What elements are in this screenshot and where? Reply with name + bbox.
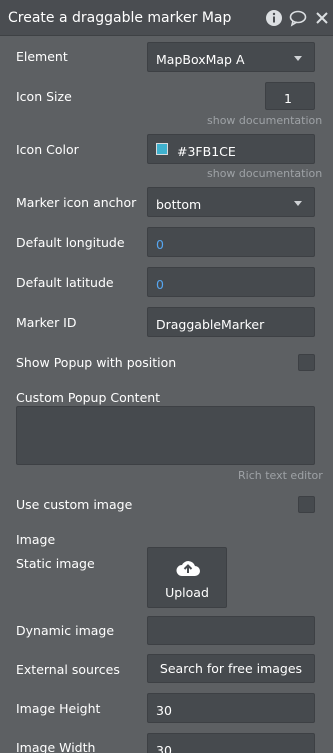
dynamic-image-input[interactable] <box>147 616 315 645</box>
default-longitude-label: Default longitude <box>16 235 125 250</box>
icon-color-value: #3FB1CE <box>177 144 236 159</box>
icon-size-value: 1 <box>284 91 292 106</box>
comment-icon[interactable] <box>289 9 307 27</box>
static-image-label: Static image <box>16 556 95 571</box>
search-free-images-button[interactable]: Search for free images <box>147 654 315 683</box>
element-label: Element <box>16 49 68 64</box>
image-height-value: 30 <box>156 703 172 718</box>
default-latitude-value: 0 <box>156 277 164 292</box>
marker-id-value: DraggableMarker <box>156 317 265 332</box>
upload-label: Upload <box>165 585 209 600</box>
icon-size-show-documentation[interactable]: show documentation <box>207 114 322 127</box>
marker-id-label: Marker ID <box>16 315 77 330</box>
image-section-label: Image <box>16 532 56 547</box>
marker-id-input[interactable]: DraggableMarker <box>147 307 315 337</box>
default-latitude-input[interactable]: 0 <box>147 267 315 297</box>
show-popup-label: Show Popup with position <box>16 355 177 370</box>
element-value: MapBoxMap A <box>156 52 245 67</box>
custom-popup-label: Custom Popup Content <box>16 390 161 405</box>
element-dropdown[interactable]: MapBoxMap A <box>147 42 315 72</box>
use-custom-image-label: Use custom image <box>16 497 133 512</box>
image-width-value: 30 <box>156 743 172 753</box>
marker-anchor-dropdown[interactable]: bottom <box>147 187 315 217</box>
image-width-input[interactable]: 30 <box>147 733 315 753</box>
custom-popup-textarea[interactable] <box>16 406 315 465</box>
icon-size-label: Icon Size <box>16 89 72 104</box>
marker-anchor-value: bottom <box>156 197 202 212</box>
chevron-down-icon <box>294 201 302 206</box>
color-swatch <box>156 143 168 155</box>
icon-size-input[interactable]: 1 <box>265 82 315 110</box>
image-width-label: Image Width <box>16 740 96 753</box>
icon-color-show-documentation[interactable]: show documentation <box>207 167 322 180</box>
show-popup-checkbox[interactable] <box>298 354 315 371</box>
image-height-input[interactable]: 30 <box>147 693 315 723</box>
rich-text-editor-link[interactable]: Rich text editor <box>238 469 323 482</box>
icon-color-label: Icon Color <box>16 142 79 157</box>
panel-title: Create a draggable marker Map <box>8 10 232 26</box>
external-sources-label: External sources <box>16 662 120 677</box>
marker-anchor-label: Marker icon anchor <box>16 195 137 210</box>
close-icon[interactable] <box>313 9 331 27</box>
use-custom-image-checkbox[interactable] <box>298 496 315 513</box>
cloud-upload-icon <box>175 558 201 582</box>
default-longitude-value: 0 <box>156 237 164 252</box>
upload-button[interactable]: Upload <box>147 547 227 608</box>
chevron-down-icon <box>294 56 302 61</box>
image-height-label: Image Height <box>16 701 101 716</box>
icon-color-picker[interactable]: #3FB1CE <box>147 134 315 164</box>
default-longitude-input[interactable]: 0 <box>147 227 315 257</box>
dynamic-image-label: Dynamic image <box>16 623 115 638</box>
info-icon[interactable] <box>265 9 283 27</box>
panel-header: Create a draggable marker Map <box>0 0 333 36</box>
default-latitude-label: Default latitude <box>16 275 114 290</box>
